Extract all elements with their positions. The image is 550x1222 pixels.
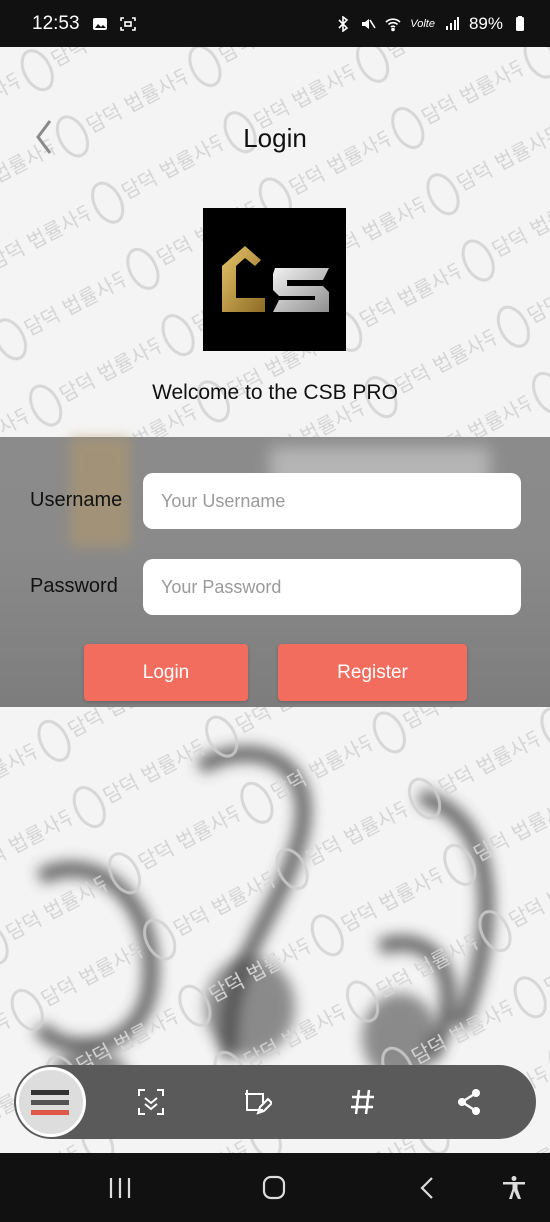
gallery-icon [92, 17, 107, 30]
mute-icon [362, 18, 376, 29]
navigation-bar [0, 1153, 550, 1222]
screenshot-icon [119, 16, 136, 31]
register-button[interactable]: Register [278, 644, 467, 701]
password-input[interactable] [143, 559, 521, 615]
status-left: 12:53 [32, 13, 136, 35]
page-title: Login [243, 123, 307, 153]
login-button[interactable]: Login [84, 644, 248, 701]
password-label: Password [30, 575, 118, 597]
username-label: Username [30, 489, 123, 511]
app-logo [203, 208, 346, 351]
bluetooth-icon [338, 15, 349, 32]
cs-logo-icon [222, 246, 329, 312]
scan-icon[interactable] [136, 1087, 166, 1117]
recent-apps-icon[interactable] [106, 1175, 134, 1201]
welcome-text: Welcome to the CSB PRO [152, 381, 398, 404]
wifi-icon [385, 17, 401, 31]
login-page: 담덕 법률사무소 Login Welcome to the CSB PRO Us… [0, 47, 550, 1153]
back-nav-icon[interactable] [414, 1175, 442, 1201]
home-icon[interactable] [260, 1175, 288, 1201]
edit-icon[interactable] [242, 1087, 272, 1117]
battery-icon [516, 15, 524, 31]
screenshot-toolbar [14, 1065, 536, 1139]
screenshot-thumbnail[interactable] [16, 1067, 86, 1137]
status-bar: 12:53 Volte 89% [0, 0, 550, 47]
volte-label: Volte [410, 17, 435, 30]
accessibility-icon[interactable] [500, 1175, 528, 1201]
status-right: Volte 89% [335, 14, 528, 34]
hashtag-icon[interactable] [348, 1087, 378, 1117]
signal-icon [445, 16, 459, 30]
username-input[interactable] [143, 473, 521, 529]
battery-percent: 89% [468, 13, 503, 33]
status-time: 12:53 [32, 12, 80, 34]
share-icon[interactable] [454, 1087, 484, 1117]
